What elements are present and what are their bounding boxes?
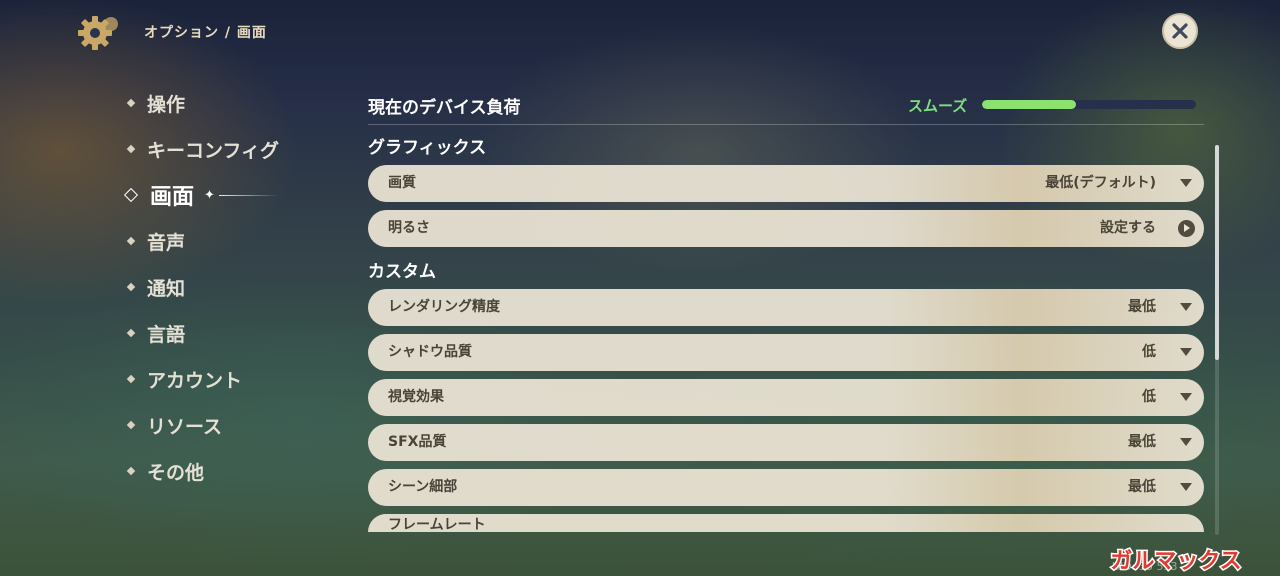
diamond-bullet-icon: [126, 374, 136, 384]
diamond-bullet-icon: [126, 328, 136, 338]
section-title-custom: カスタム: [368, 262, 436, 282]
device-load-bar: [982, 100, 1196, 109]
setting-row-shadow-quality[interactable]: シャドウ品質 低: [368, 334, 1204, 371]
setting-value: 低: [1142, 389, 1156, 405]
dropdown-arrow-icon[interactable]: [1180, 303, 1192, 311]
dropdown-arrow-icon[interactable]: [1180, 438, 1192, 446]
diamond-bullet-icon: [126, 282, 136, 292]
diamond-bullet-icon: [126, 98, 136, 108]
dropdown-arrow-icon[interactable]: [1180, 393, 1192, 401]
setting-value: 最低: [1128, 299, 1156, 315]
setting-value: 最低: [1128, 479, 1156, 495]
sidebar-item-notifications[interactable]: 通知: [124, 264, 279, 310]
settings-panel: 現在のデバイス負荷 スムーズ グラフィックス 画質 最低(デフォルト) 明るさ …: [368, 84, 1204, 540]
diamond-bullet-icon: [126, 466, 136, 476]
sidebar-item-label: リソース: [147, 415, 223, 438]
setting-label: レンダリング精度: [388, 299, 500, 315]
sidebar-item-key-config[interactable]: キーコンフィグ: [124, 126, 279, 172]
scrollbar-thumb[interactable]: [1215, 145, 1219, 360]
device-load-status: スムーズ: [908, 97, 968, 115]
sidebar-item-label: 画面: [150, 185, 195, 210]
sidebar-item-label: 言語: [147, 323, 186, 346]
setting-label: 視覚効果: [388, 389, 444, 405]
setting-value: 最低: [1128, 434, 1156, 450]
watermark-logo: ガルマックス: [1109, 548, 1243, 575]
diamond-bullet-icon: [126, 420, 136, 430]
sidebar-item-label: 音声: [147, 231, 186, 254]
dropdown-arrow-icon[interactable]: [1180, 179, 1192, 187]
sidebar-item-label: アカウント: [147, 369, 243, 392]
setting-row-visual-effects[interactable]: 視覚効果 低: [368, 379, 1204, 416]
close-button[interactable]: [1162, 13, 1198, 49]
diamond-bullet-icon: [126, 236, 136, 246]
setting-row-sfx-quality[interactable]: SFX品質 最低: [368, 424, 1204, 461]
play-arrow-icon[interactable]: [1178, 220, 1195, 237]
close-icon: [1172, 23, 1188, 39]
breadcrumb: オプション / 画面: [144, 25, 267, 41]
sidebar-item-graphics[interactable]: 画面 ✦: [123, 172, 279, 218]
gear-icon: [78, 16, 118, 50]
sidebar-item-label: 通知: [147, 277, 186, 300]
svg-text:ガルマックス: ガルマックス: [1110, 549, 1241, 574]
section-title-graphics: グラフィックス: [368, 138, 487, 158]
setting-row-quality[interactable]: 画質 最低(デフォルト): [368, 165, 1204, 202]
sidebar-item-label: 操作: [147, 93, 186, 116]
diamond-bullet-icon: [126, 144, 136, 154]
sidebar-item-audio[interactable]: 音声: [124, 218, 279, 264]
sidebar-item-controls[interactable]: 操作: [124, 80, 279, 126]
setting-label: シャドウ品質: [388, 344, 472, 360]
setting-label: シーン細部: [388, 479, 458, 495]
dropdown-arrow-icon[interactable]: [1180, 483, 1192, 491]
sidebar-item-label: キーコンフィグ: [147, 139, 280, 162]
setting-label: フレームレート: [388, 517, 486, 532]
setting-label: 画質: [388, 175, 416, 191]
sidebar-item-language[interactable]: 言語: [124, 310, 279, 356]
sidebar-item-label: その他: [147, 461, 205, 484]
header: オプション / 画面: [76, 12, 267, 52]
setting-label: SFX品質: [388, 434, 447, 450]
setting-label: 明るさ: [388, 220, 430, 236]
device-load-fill: [982, 100, 1077, 109]
sidebar-item-other[interactable]: その他: [124, 448, 279, 494]
sidebar-item-resources[interactable]: リソース: [124, 402, 279, 448]
diamond-bullet-icon: [123, 187, 139, 203]
dropdown-arrow-icon[interactable]: [1180, 348, 1192, 356]
setting-value: 最低(デフォルト): [1045, 175, 1156, 191]
setting-value: 低: [1142, 344, 1156, 360]
setting-row-frame-rate[interactable]: フレームレート: [368, 514, 1204, 532]
setting-row-scene-detail[interactable]: シーン細部 最低: [368, 469, 1204, 506]
sparkle-icon: ✦: [204, 187, 215, 203]
selection-trail: [218, 194, 279, 196]
setting-row-brightness[interactable]: 明るさ 設定する: [368, 210, 1204, 247]
setting-value: 設定する: [1100, 220, 1156, 236]
device-load-row: 現在のデバイス負荷 スムーズ: [368, 84, 1204, 125]
device-load-title: 現在のデバイス負荷: [368, 98, 521, 118]
setting-row-render-resolution[interactable]: レンダリング精度 最低: [368, 289, 1204, 326]
scrollbar[interactable]: [1215, 145, 1219, 535]
sidebar-item-account[interactable]: アカウント: [124, 356, 279, 402]
sidebar: 操作 キーコンフィグ 画面 ✦ 音声 通知 言語 アカウント リソース その他: [123, 80, 279, 494]
